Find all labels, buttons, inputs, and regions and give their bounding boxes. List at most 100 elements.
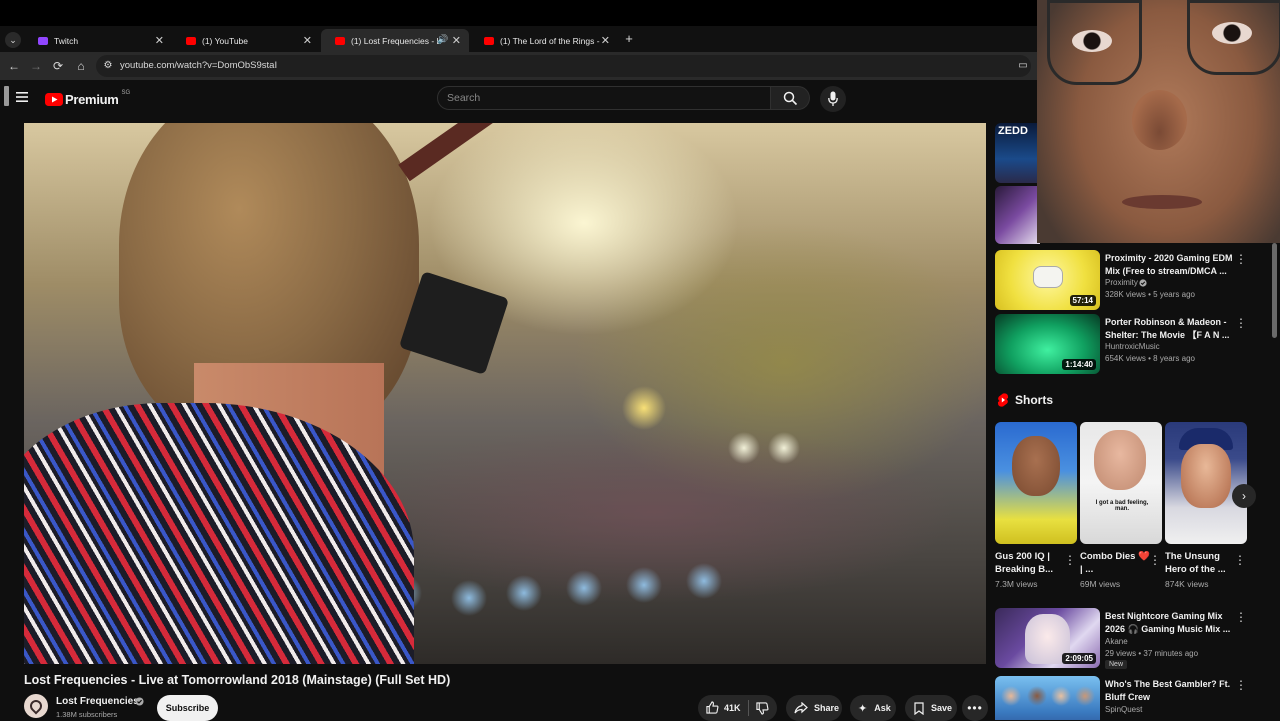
more-vert-icon[interactable]: ⋮ <box>1235 610 1247 624</box>
rec-channel[interactable]: SpinQuest <box>1105 705 1142 714</box>
video-frame-crane <box>398 123 599 182</box>
share-button[interactable]: Share <box>786 695 842 721</box>
close-tab-icon[interactable]: ✕ <box>452 34 461 47</box>
ask-button[interactable]: ✦ Ask <box>850 695 896 721</box>
menu-icon[interactable] <box>16 92 28 102</box>
search-icon <box>783 91 798 106</box>
rec-item[interactable]: 2:09:05 Best Nightcore Gaming Mix 2026 🎧… <box>995 608 1280 669</box>
close-tab-icon[interactable]: ✕ <box>155 34 164 47</box>
more-vert-icon[interactable]: ⋮ <box>1235 252 1247 266</box>
new-tab-button[interactable]: + <box>622 29 636 49</box>
video-frame-bokeh <box>324 363 984 663</box>
rec-title[interactable]: Porter Robinson & Madeon - Shelter: The … <box>1105 316 1233 341</box>
rec-thumb-partial[interactable] <box>995 186 1040 244</box>
close-tab-icon[interactable]: ✕ <box>601 34 610 47</box>
rec-item[interactable]: 57:14 Proximity - 2020 Gaming EDM Mix (F… <box>995 250 1280 310</box>
cast-icon[interactable]: ▭ <box>1015 58 1031 74</box>
shorts-next-button[interactable]: › <box>1232 484 1256 508</box>
channel-name[interactable]: Lost Frequencies <box>56 696 139 707</box>
youtube-favicon-icon <box>484 36 494 45</box>
shorts-heading: Shorts <box>997 393 1053 407</box>
short-title[interactable]: Combo Dies ❤️ | ... <box>1080 550 1150 576</box>
back-icon[interactable]: ← <box>6 58 22 74</box>
like-icon[interactable] <box>706 701 719 714</box>
rec-channel[interactable]: HuntroxicMusic <box>1105 342 1160 351</box>
rec-item[interactable]: Who's The Best Gambler? Ft. Bluff Crew S… <box>995 676 1280 720</box>
video-title: Lost Frequencies - Live at Tomorrowland … <box>24 673 451 687</box>
tab-youtube[interactable]: (1) YouTube ✕ <box>172 29 320 52</box>
rec-channel[interactable]: Akane <box>1105 637 1128 646</box>
dislike-icon[interactable] <box>756 702 769 715</box>
speaker-icon[interactable]: 🔊 <box>437 34 448 45</box>
short-title[interactable]: The Unsung Hero of the ... <box>1165 550 1235 576</box>
avatar-mark <box>27 697 45 715</box>
like-dislike-group: 41K <box>698 695 777 721</box>
rec-thumb-zedd[interactable]: ZEDD <box>995 123 1040 183</box>
share-label: Share <box>814 703 840 713</box>
short-item[interactable]: Gus 200 IQ | Breaking B... 7.3M views ⋮ <box>995 422 1077 589</box>
ask-label: Ask <box>874 703 891 713</box>
youtube-favicon-icon <box>335 36 345 45</box>
mic-icon <box>828 91 838 106</box>
verified-icon <box>1139 279 1147 287</box>
short-views: 69M views <box>1080 579 1121 589</box>
tab-twitch[interactable]: Twitch ✕ <box>24 29 172 52</box>
rec-duration: 2:09:05 <box>1062 653 1096 664</box>
save-button[interactable]: Save <box>905 695 957 721</box>
rec-thumbnail[interactable] <box>995 676 1100 720</box>
rec-channel[interactable]: Proximity <box>1105 278 1138 287</box>
new-badge: New <box>1105 660 1128 669</box>
rec-thumbnail[interactable]: 1:14:40 <box>995 314 1100 374</box>
youtube-header: Premium SG Search <box>0 80 1037 118</box>
short-views: 874K views <box>1165 579 1209 589</box>
tab-lord-of-the-rings[interactable]: (1) The Lord of the Rings - The ✕ <box>470 29 618 52</box>
short-item[interactable]: The Unsung Hero of the ... 874K views ⋮ <box>1165 422 1247 589</box>
short-thumbnail[interactable] <box>995 422 1077 544</box>
voice-search-button[interactable] <box>820 86 846 112</box>
gamepad-icon <box>1033 266 1063 288</box>
search-button[interactable] <box>771 86 810 110</box>
short-item[interactable]: I got a bad feeling, man. Combo Dies ❤️ … <box>1080 422 1162 589</box>
channel-avatar[interactable] <box>24 694 48 718</box>
page-scrollbar-thumb[interactable] <box>1272 243 1277 338</box>
reload-icon[interactable]: ⟳ <box>50 58 66 74</box>
short-caption: I got a bad feeling, man. <box>1095 500 1149 512</box>
short-title[interactable]: Gus 200 IQ | Breaking B... <box>995 550 1065 576</box>
shorts-icon <box>997 393 1009 407</box>
search-input[interactable]: Search <box>437 86 771 110</box>
site-info-icon[interactable]: ⚙ <box>100 58 116 74</box>
save-icon <box>914 701 924 715</box>
more-vert-icon[interactable]: ⋮ <box>1234 553 1246 567</box>
more-vert-icon[interactable]: ⋮ <box>1235 316 1247 330</box>
home-icon[interactable]: ⌂ <box>73 58 89 74</box>
close-tab-icon[interactable]: ✕ <box>303 34 312 47</box>
youtube-logo-icon <box>45 92 63 106</box>
rec-item[interactable]: 1:14:40 Porter Robinson & Madeon - Shelt… <box>995 314 1280 374</box>
forward-icon[interactable]: → <box>28 58 44 74</box>
tab-list-dropdown[interactable]: ⌄ <box>5 32 21 48</box>
short-thumbnail[interactable] <box>1165 422 1247 544</box>
shorts-title: Shorts <box>1015 393 1054 407</box>
video-player[interactable] <box>24 123 986 664</box>
subscribe-button[interactable]: Subscribe <box>157 695 218 721</box>
url-text[interactable]: youtube.com/watch?v=DomObS9staI <box>120 60 277 71</box>
os-top-bar <box>0 0 1037 38</box>
more-vert-icon[interactable]: ⋮ <box>1235 678 1247 692</box>
tab-title: Twitch <box>54 35 79 46</box>
rec-thumbnail[interactable]: 2:09:05 <box>995 608 1100 668</box>
more-actions-button[interactable]: ••• <box>962 695 988 721</box>
more-vert-icon[interactable]: ⋮ <box>1064 553 1076 567</box>
youtube-premium-logo[interactable]: Premium SG <box>45 90 130 108</box>
short-face <box>1012 436 1060 496</box>
rec-title[interactable]: Best Nightcore Gaming Mix 2026 🎧 Gaming … <box>1105 610 1233 635</box>
short-thumbnail[interactable]: I got a bad feeling, man. <box>1080 422 1162 544</box>
webcam-overlay <box>1037 0 1280 243</box>
twitch-favicon-icon <box>38 36 48 45</box>
like-count[interactable]: 41K <box>724 703 741 713</box>
more-vert-icon[interactable]: ⋮ <box>1149 553 1161 567</box>
rec-thumbnail[interactable]: 57:14 <box>995 250 1100 310</box>
rec-title[interactable]: Who's The Best Gambler? Ft. Bluff Crew <box>1105 678 1233 703</box>
webcam-eye-right <box>1212 22 1252 44</box>
tab-lost-frequencies[interactable]: (1) Lost Frequencies - Live a 🔊 ✕ <box>321 29 469 52</box>
rec-title[interactable]: Proximity - 2020 Gaming EDM Mix (Free to… <box>1105 252 1233 277</box>
